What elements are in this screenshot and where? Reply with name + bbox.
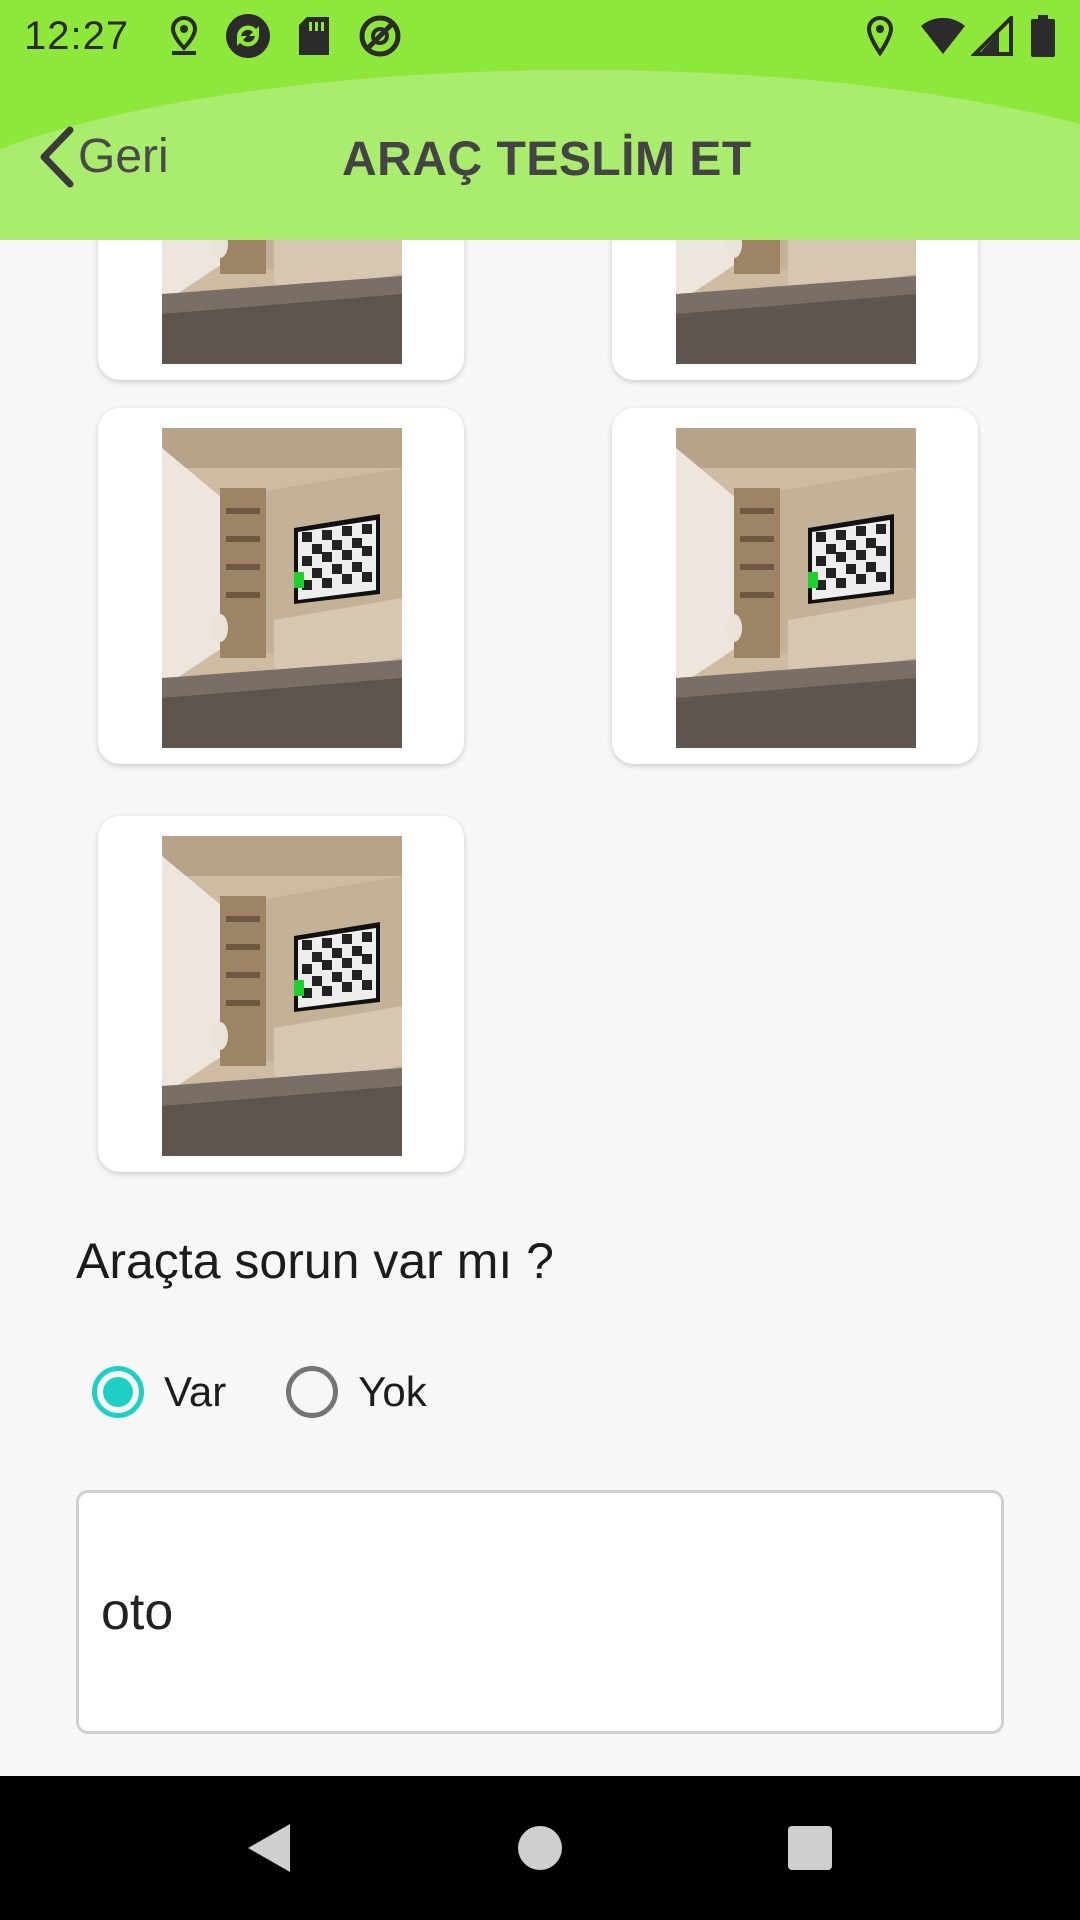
radio-var-label: Var bbox=[164, 1368, 227, 1415]
page-title: ARAÇ TESLİM ET bbox=[342, 133, 752, 186]
vehicle-photo bbox=[162, 836, 402, 1156]
sd-card-icon bbox=[296, 14, 332, 58]
vehicle-photo bbox=[676, 428, 916, 748]
location-pin-icon bbox=[166, 14, 202, 58]
nav-back-icon[interactable] bbox=[244, 1822, 292, 1879]
problem-description-input[interactable]: oto bbox=[76, 1490, 1004, 1734]
sync-icon bbox=[224, 14, 272, 58]
no-disturb-icon bbox=[356, 14, 404, 58]
photo-card[interactable] bbox=[98, 816, 464, 1172]
photo-card[interactable] bbox=[98, 408, 464, 764]
vehicle-photo bbox=[162, 240, 402, 364]
back-button[interactable]: Geri bbox=[28, 120, 169, 192]
problem-radio-group: Var Yok bbox=[92, 1362, 487, 1422]
form-content[interactable]: Araçta sorun var mı ? Var Yok oto bbox=[0, 240, 1080, 1776]
nav-home-icon[interactable] bbox=[516, 1822, 564, 1879]
app-header: Geri ARAÇ TESLİM ET bbox=[0, 72, 1080, 240]
question-label: Araçta sorun var mı ? bbox=[76, 1233, 554, 1289]
signal-icon bbox=[970, 14, 1014, 58]
status-time: 12:27 bbox=[24, 14, 130, 58]
chevron-left-icon bbox=[36, 126, 76, 193]
radio-yok[interactable]: Yok bbox=[286, 1366, 427, 1418]
radio-var[interactable]: Var bbox=[92, 1366, 226, 1418]
wifi-icon bbox=[918, 14, 968, 58]
app-header-background: 12:27 Geri ARAÇ TESLİM ET bbox=[0, 0, 1080, 240]
vehicle-photo bbox=[676, 240, 916, 364]
photo-card[interactable] bbox=[98, 240, 464, 380]
photo-card[interactable] bbox=[612, 408, 978, 764]
status-bar: 12:27 bbox=[0, 0, 1080, 72]
radio-selected-icon bbox=[92, 1366, 144, 1418]
radio-unselected-icon bbox=[286, 1366, 339, 1418]
nav-recents-icon[interactable] bbox=[786, 1822, 834, 1879]
system-nav-bar bbox=[0, 1776, 1080, 1920]
battery-icon bbox=[1028, 14, 1058, 58]
photo-card[interactable] bbox=[612, 240, 978, 380]
radio-yok-label: Yok bbox=[358, 1368, 427, 1415]
back-label: Geri bbox=[78, 129, 169, 183]
problem-description-value: oto bbox=[101, 1583, 174, 1641]
vehicle-photo bbox=[162, 428, 402, 748]
location-pin-icon bbox=[862, 14, 898, 58]
